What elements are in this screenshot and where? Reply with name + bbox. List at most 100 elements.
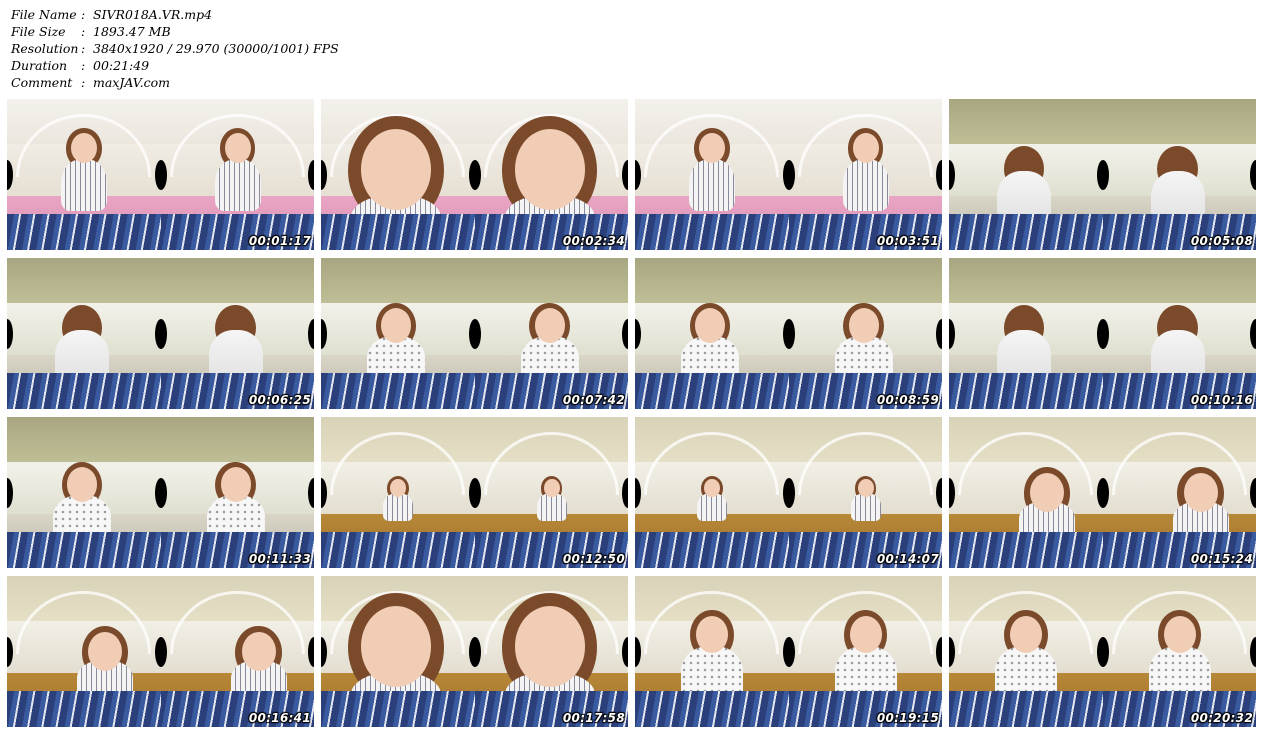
thumbnail-eye-left	[635, 258, 789, 409]
video-thumbnail: 00:20:32	[949, 576, 1256, 727]
person-face	[543, 479, 560, 498]
thumbnail-timestamp: 00:08:59	[876, 393, 939, 407]
vr-edge-spot	[1250, 159, 1256, 190]
file-info-row: File Name: SIVR018A.VR.mp4	[11, 6, 339, 23]
video-thumbnail: 00:14:07	[635, 417, 942, 568]
thumbnail-eye-right	[474, 576, 628, 727]
vr-edge-spot	[1250, 318, 1256, 349]
thumbnail-eye-left	[7, 99, 161, 250]
person-face	[699, 133, 725, 163]
thumbnail-eye-left	[635, 576, 789, 727]
file-info-separator: :	[81, 24, 86, 39]
thumbnail-timestamp: 00:06:25	[248, 393, 311, 407]
person-body	[697, 493, 727, 521]
vr-edge-spot	[308, 159, 314, 190]
file-info-row: Resolution:3840x1920 / 29.970 (30000/100…	[11, 40, 339, 57]
viewer-blanket	[635, 372, 789, 409]
thumbnail-eye-left	[321, 258, 475, 409]
person-face	[220, 467, 251, 502]
thumbnail-eye-left	[949, 258, 1103, 409]
viewer-blanket	[635, 531, 789, 568]
viewer-blanket	[321, 690, 475, 727]
thumbnail-eye-left	[949, 99, 1103, 250]
thumbnail-timestamp: 00:02:34	[562, 234, 625, 248]
person-face	[514, 129, 585, 210]
file-info-separator: :	[81, 75, 86, 90]
thumbnail-timestamp: 00:11:33	[248, 552, 311, 566]
vr-edge-spot	[936, 477, 942, 508]
thumbnail-timestamp: 00:07:42	[562, 393, 625, 407]
video-thumbnail: 00:12:50	[321, 417, 628, 568]
person-body	[61, 159, 107, 211]
file-info-value: maxJAV.com	[93, 75, 170, 90]
person-face	[1030, 473, 1064, 513]
thumbnail-eye-left	[635, 99, 789, 250]
viewer-blanket	[321, 372, 475, 409]
file-info-separator: :	[81, 41, 86, 56]
thumbnail-eye-right	[474, 417, 628, 568]
file-info-separator: :	[81, 7, 86, 22]
thumbnail-timestamp: 00:10:16	[1190, 393, 1253, 407]
person-body	[689, 159, 735, 211]
person-face	[67, 467, 97, 502]
vr-edge-spot	[308, 318, 314, 349]
video-thumbnail: 00:17:58	[321, 576, 628, 727]
thumbnail-timestamp: 00:12:50	[562, 552, 625, 566]
file-info-row: Duration:00:21:49	[11, 57, 339, 74]
person-body	[842, 159, 889, 211]
vr-edge-spot	[622, 477, 628, 508]
vr-edge-spot	[622, 636, 628, 667]
person-face	[1183, 473, 1218, 513]
video-thumbnail: 00:07:42	[321, 258, 628, 409]
file-info-value: 1893.47 MB	[93, 24, 171, 39]
thumbnail-eye-right	[788, 576, 942, 727]
thumbnail-timestamp: 00:15:24	[1190, 552, 1253, 566]
thumbnail-eye-right	[788, 258, 942, 409]
person-face	[848, 308, 879, 343]
thumbnail-timestamp: 00:03:51	[876, 234, 939, 248]
person-face	[857, 479, 874, 498]
file-info-value: 3840x1920 / 29.970 (30000/1001) FPS	[93, 41, 339, 56]
file-info-key: File Size	[11, 24, 66, 39]
thumbnail-eye-right	[1102, 576, 1256, 727]
viewer-blanket	[949, 690, 1103, 727]
thumbnail-eye-left	[321, 417, 475, 568]
file-info-key: Duration	[11, 58, 68, 73]
thumbnail-timestamp: 00:17:58	[562, 711, 625, 725]
thumbnail-timestamp: 00:20:32	[1190, 711, 1253, 725]
person-face	[852, 133, 879, 163]
person-face	[361, 606, 431, 687]
video-thumbnail: 00:10:16	[949, 258, 1256, 409]
viewer-blanket	[949, 531, 1103, 568]
thumbnail-eye-right	[160, 417, 314, 568]
person-face	[695, 308, 725, 343]
person-face	[534, 308, 565, 343]
vr-edge-spot	[622, 159, 628, 190]
file-info-value: SIVR018A.VR.mp4	[93, 7, 213, 22]
vr-edge-spot	[1250, 477, 1256, 508]
viewer-blanket	[321, 531, 475, 568]
person-face	[241, 632, 276, 672]
thumbnail-eye-left	[949, 576, 1103, 727]
thumbnail-grid: 00:01:17 00:02:34 00:03:51 00:05:08 00:06:25…	[7, 99, 1256, 727]
video-thumbnail: 00:11:33	[7, 417, 314, 568]
video-thumbnail: 00:19:15	[635, 576, 942, 727]
thumbnail-timestamp: 00:19:15	[876, 711, 939, 725]
viewer-blanket	[635, 213, 789, 250]
thumbnail-timestamp: 00:01:17	[248, 234, 311, 248]
file-info-key: Comment	[11, 75, 73, 90]
file-info-row: Comment: maxJAV.com	[11, 74, 339, 91]
person-face	[849, 616, 882, 653]
vr-edge-spot	[622, 318, 628, 349]
viewer-blanket	[949, 213, 1103, 250]
video-thumbnail: 00:02:34	[321, 99, 628, 250]
thumbnail-eye-left	[7, 417, 161, 568]
thumbnail-eye-left	[7, 258, 161, 409]
viewer-blanket	[7, 372, 161, 409]
thumbnail-eye-right	[160, 258, 314, 409]
video-thumbnail: 00:01:17	[7, 99, 314, 250]
thumbnail-eye-right	[1102, 99, 1256, 250]
thumbnail-eye-left	[321, 99, 475, 250]
video-thumbnail: 00:16:41	[7, 576, 314, 727]
person-body	[383, 493, 413, 521]
